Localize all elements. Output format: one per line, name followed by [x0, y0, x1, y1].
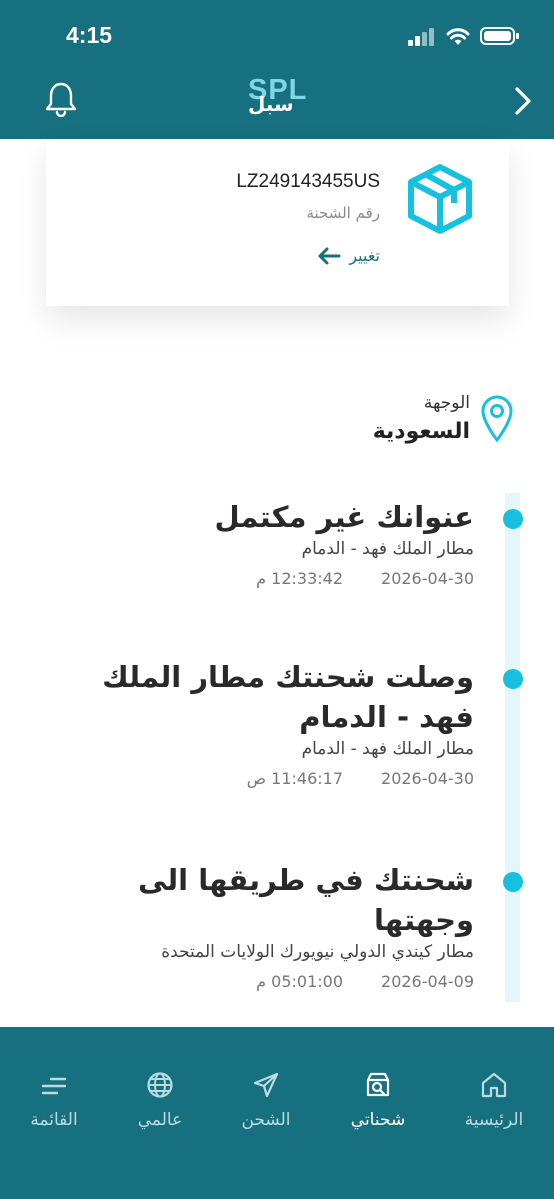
app-header: 4:15 SPL سبل [0, 0, 554, 139]
event-location: مطار كيندي الدولي نيويورك الولايات المتح… [161, 942, 474, 962]
change-shipment-link[interactable]: تغيير [317, 246, 380, 265]
tracking-number: LZ249143455US [236, 171, 380, 192]
timeline-dot [503, 509, 523, 529]
battery-icon [480, 27, 519, 45]
package-box-icon [408, 164, 472, 234]
event-time: 11:46:17 ص [246, 769, 344, 788]
nav-label: عالمي [137, 1110, 183, 1130]
nav-label: القائمة [30, 1110, 78, 1130]
spl-logo: SPL سبل [242, 74, 314, 116]
timeline-dot [503, 669, 523, 689]
event-date: 2026-04-30 [381, 569, 474, 588]
event-date: 2026-04-30 [381, 769, 474, 788]
nav-item-menu[interactable]: القائمة [4, 1069, 104, 1130]
event-title: شحنتك في طريقها الى وجهتها [137, 863, 474, 937]
destination-label: الوجهة [423, 393, 470, 413]
event-location: مطار الملك فهد - الدمام [301, 539, 474, 559]
status-icons [408, 26, 520, 46]
chevron-right-icon[interactable] [514, 86, 532, 116]
tracking-event: عنوانك غير مكتمل مطار الملك فهد - الدمام… [44, 497, 474, 588]
timeline-track [505, 493, 520, 1002]
shipment-card: LZ249143455US رقم الشحنة تغيير [46, 139, 509, 306]
event-title: عنوانك غير مكتمل [214, 500, 474, 534]
nav-label: الشحن [241, 1110, 291, 1130]
event-meta: 2026-04-30 12:33:42 م [44, 569, 474, 588]
event-time: 05:01:00 م [256, 972, 344, 991]
event-time: 12:33:42 م [256, 569, 344, 588]
wifi-icon [446, 28, 470, 45]
home-icon [481, 1072, 507, 1098]
arrow-left-icon [318, 247, 341, 264]
nav-item-my-shipments[interactable]: شحناتي [328, 1069, 428, 1130]
change-label: تغيير [349, 246, 380, 265]
destination-value: السعودية [372, 419, 470, 444]
send-icon [253, 1072, 279, 1098]
event-location: مطار الملك فهد - الدمام [301, 739, 474, 759]
event-meta: 2026-04-30 11:46:17 ص [44, 769, 474, 788]
nav-item-home[interactable]: الرئيسية [444, 1069, 544, 1130]
timeline-dot [503, 872, 523, 892]
event-date: 2026-04-09 [381, 972, 474, 991]
tracking-number-label: رقم الشحنة [306, 204, 380, 222]
nav-label: الرئيسية [464, 1110, 524, 1130]
nav-item-global[interactable]: عالمي [110, 1069, 210, 1130]
globe-icon [147, 1072, 173, 1098]
nav-label: شحناتي [350, 1110, 406, 1130]
nav-item-shipping[interactable]: الشحن [216, 1069, 316, 1130]
notification-bell-icon[interactable] [44, 81, 78, 117]
menu-icon [41, 1077, 67, 1095]
bottom-navigation: الرئيسية شحناتي الشحن عالمي القائمة [0, 1027, 554, 1199]
tracking-event: وصلت شحنتك مطار الملك فهد - الدمام مطار … [44, 657, 474, 788]
location-pin-icon [481, 395, 513, 443]
status-time: 4:15 [66, 22, 113, 48]
tracking-event: شحنتك في طريقها الى وجهتها مطار كيندي ال… [44, 860, 474, 991]
logo-arabic: سبل [248, 92, 294, 116]
cellular-signal-icon [408, 28, 434, 46]
event-title: وصلت شحنتك مطار الملك فهد - الدمام [102, 660, 474, 734]
event-meta: 2026-04-09 05:01:00 م [44, 972, 474, 991]
package-search-icon [366, 1072, 390, 1097]
